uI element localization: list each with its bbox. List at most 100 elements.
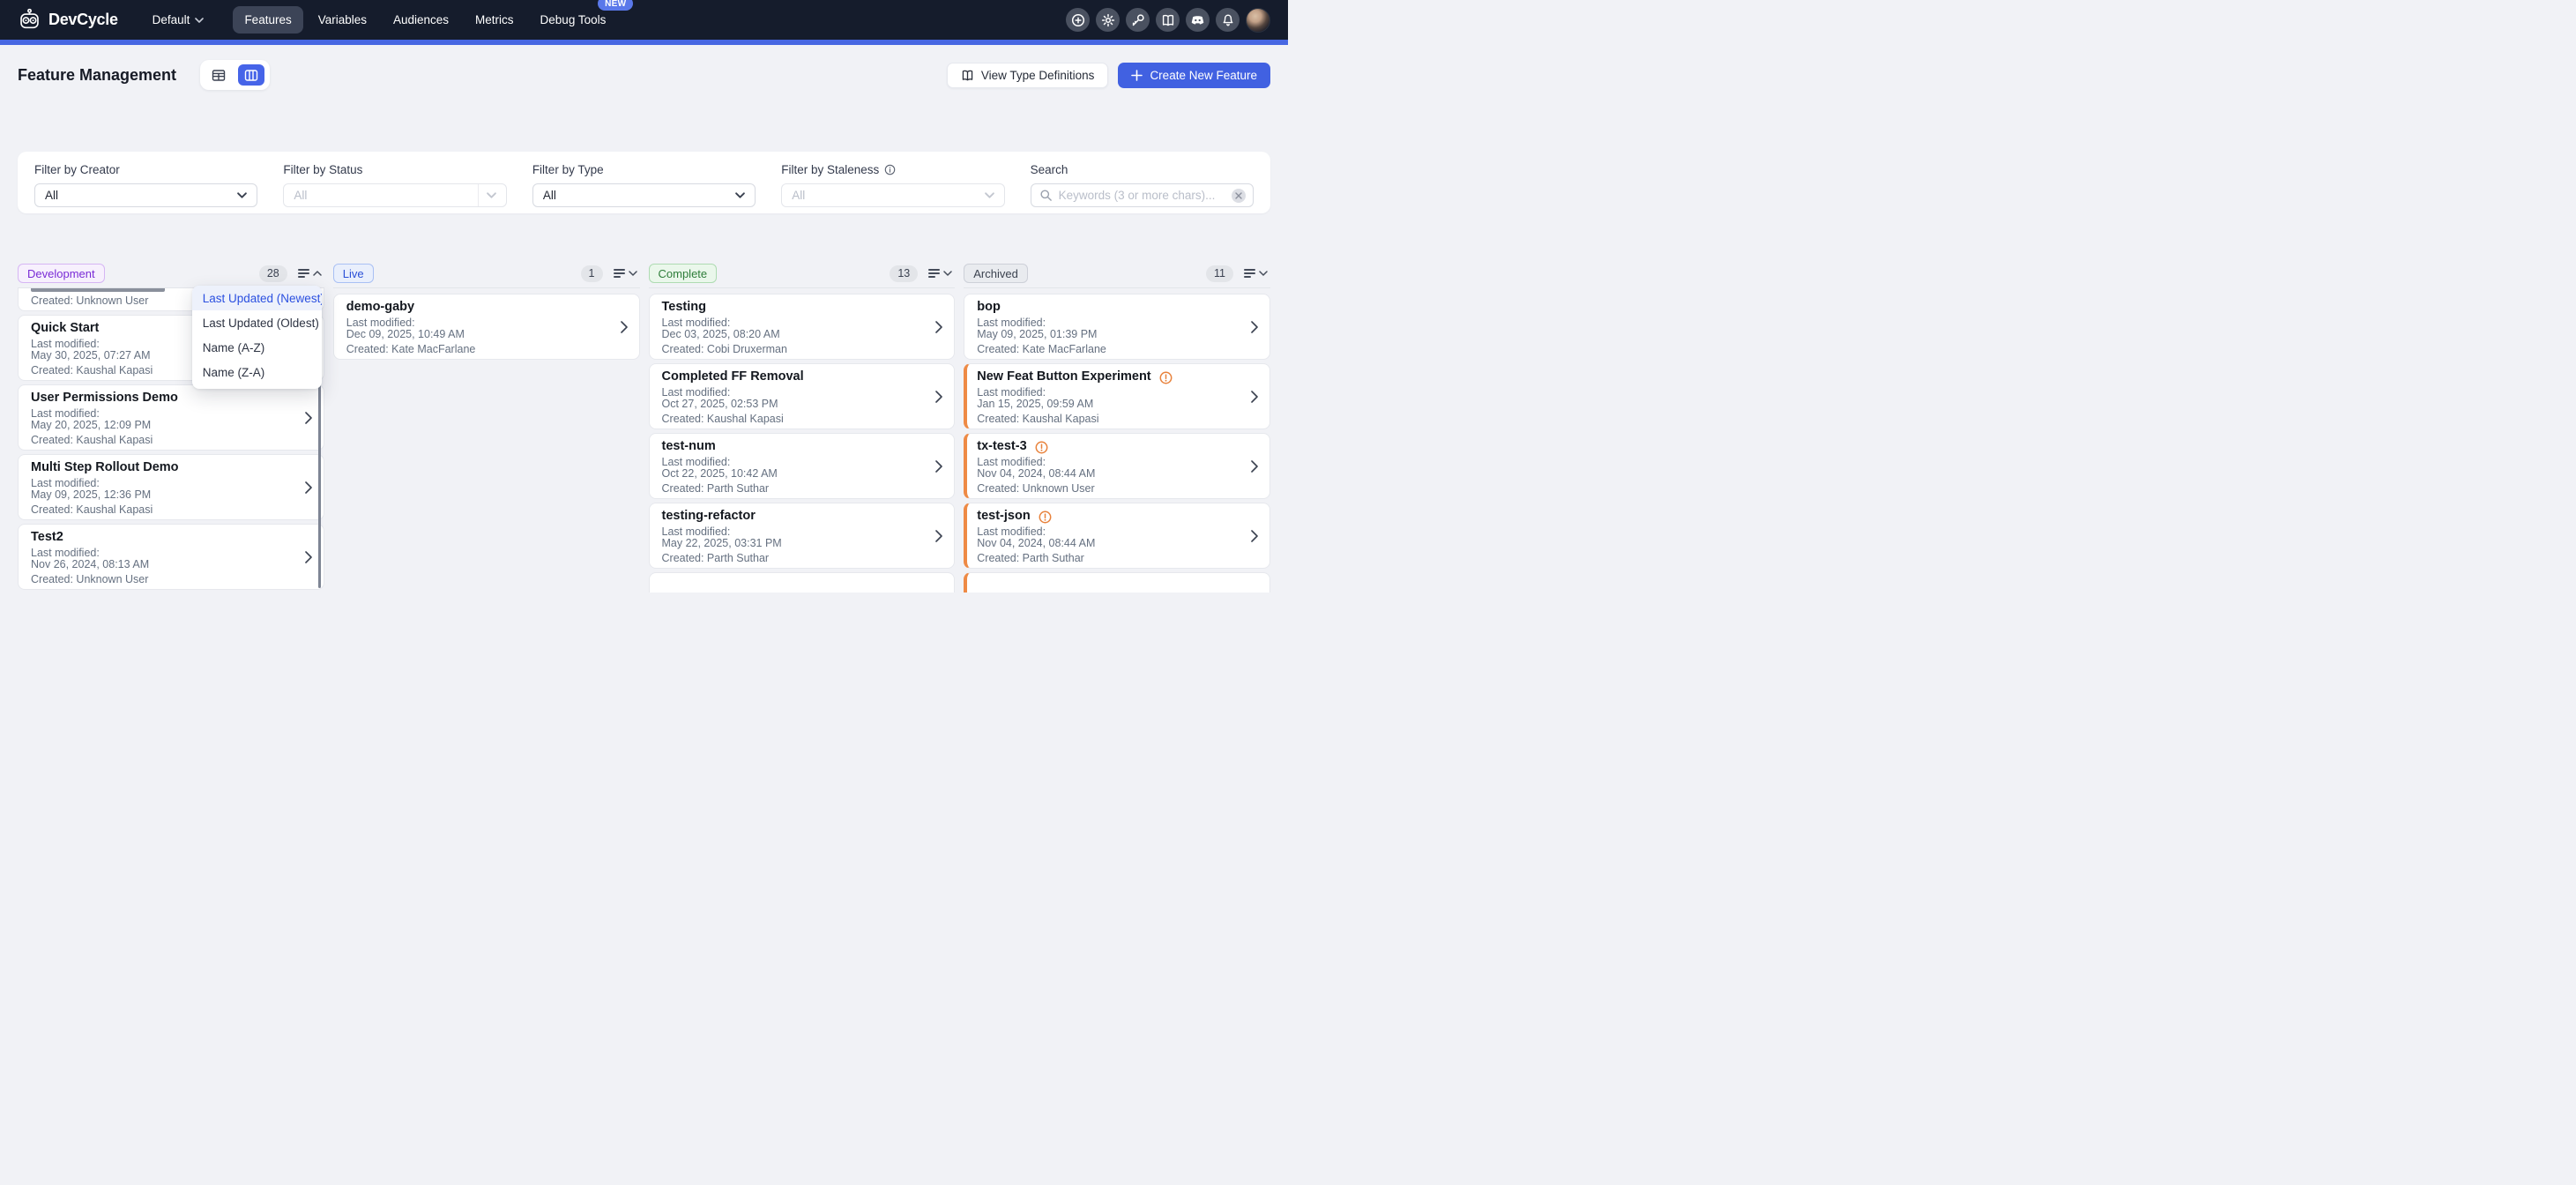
status-badge-development: Development [18, 264, 105, 283]
feature-card[interactable]: rachel-test [964, 572, 1270, 592]
chevron-down-icon [985, 192, 994, 198]
status-select-placeholder: All [294, 189, 477, 202]
chevron-down-icon [195, 18, 204, 23]
sort-menu-item-0[interactable]: Last Updated (Newest) [192, 286, 322, 310]
status-badge-complete: Complete [649, 264, 718, 283]
page-title: Feature Management [18, 66, 176, 85]
staleness-select[interactable]: All [781, 183, 1004, 207]
user-avatar[interactable] [1246, 8, 1270, 33]
last-modified-date: Jan 15, 2025, 09:59 AM [977, 399, 1244, 410]
feature-card-body: New Feat Button ExperimentLast modified:… [977, 369, 1244, 425]
status-badge-live: Live [333, 264, 374, 283]
sort-menu-item-1[interactable]: Last Updated (Oldest) [192, 310, 322, 335]
feature-card[interactable]: Test2Last modified:Nov 26, 2024, 08:13 A… [18, 524, 324, 590]
last-modified-label: Last modified: [977, 317, 1244, 329]
chevron-right-icon [305, 481, 312, 494]
nav-item-features[interactable]: Features [233, 6, 302, 34]
feature-card[interactable]: bopLast modified:May 09, 2025, 01:39 PMC… [964, 294, 1270, 360]
feature-title-row: demo-gaby [346, 299, 614, 317]
settings-button[interactable] [1096, 8, 1120, 32]
last-modified-date: Nov 04, 2024, 08:44 AM [977, 468, 1244, 480]
filter-status: Filter by Status All [283, 163, 506, 199]
chevron-down-icon [735, 192, 745, 198]
clear-search-icon[interactable] [1232, 189, 1246, 203]
sort-menu-item-3[interactable]: Name (Z-A) [192, 360, 322, 384]
last-modified-date: Dec 09, 2025, 10:49 AM [346, 329, 614, 340]
feature-card[interactable]: test-jsonLast modified:Nov 04, 2024, 08:… [964, 503, 1270, 569]
kanban-view-button[interactable] [238, 64, 264, 86]
column-cards-complete: TestingLast modified:Dec 03, 2025, 08:20… [649, 288, 956, 592]
sort-menu-item-label: Name (Z-A) [203, 366, 265, 379]
feature-card[interactable]: New Feat Button ExperimentLast modified:… [964, 363, 1270, 429]
view-type-definitions-button[interactable]: View Type Definitions [947, 63, 1109, 88]
feature-title: tx-test-3 [977, 438, 1026, 454]
feature-card[interactable]: test-numLast modified:Oct 22, 2025, 10:4… [649, 433, 956, 499]
sort-button-live[interactable] [611, 267, 640, 279]
chevron-right-icon [1251, 321, 1258, 333]
nav-item-label: Features [244, 13, 291, 26]
feature-card-body: Completed FF RemovalLast modified:Oct 27… [662, 369, 929, 425]
chevron-up-icon [313, 271, 322, 276]
plus-icon [1131, 70, 1143, 81]
plus-circle-icon [1071, 13, 1085, 27]
feature-card[interactable]: demo-paul [649, 572, 956, 592]
feature-card[interactable]: testing-refactorLast modified:May 22, 20… [649, 503, 956, 569]
feature-title-row: bop [977, 299, 1244, 317]
sort-menu-item-label: Last Updated (Oldest) [203, 317, 319, 330]
sort-button-complete[interactable] [926, 267, 955, 279]
last-modified-label: Last modified: [31, 548, 298, 559]
chevron-right-icon [305, 551, 312, 563]
column-header-archived: Archived11 [964, 265, 1270, 282]
stale-warning-icon [1039, 511, 1052, 524]
feature-card[interactable]: Completed FF RemovalLast modified:Oct 27… [649, 363, 956, 429]
nav-item-debug-tools[interactable]: Debug Tools NEW [529, 6, 618, 34]
search-input[interactable] [1059, 189, 1225, 202]
creator-select[interactable]: All [34, 183, 257, 207]
feature-card[interactable]: User Permissions DemoLast modified:May 2… [18, 384, 324, 451]
chevron-down-icon [943, 271, 952, 276]
chevron-down-icon [629, 271, 637, 276]
discord-button[interactable] [1186, 8, 1210, 32]
type-select[interactable]: All [532, 183, 756, 207]
feature-card[interactable]: TestingLast modified:Dec 03, 2025, 08:20… [649, 294, 956, 360]
feature-title-row: New Feat Button Experiment [977, 369, 1244, 387]
key-icon [1131, 13, 1145, 27]
last-modified-date: May 22, 2025, 03:31 PM [662, 538, 929, 549]
column-complete: Complete13TestingLast modified:Dec 03, 2… [649, 265, 956, 592]
chevron-right-icon [1251, 460, 1258, 473]
devcycle-logo[interactable]: DevCycle [18, 8, 118, 32]
feature-card[interactable]: tx-test-3Last modified:Nov 04, 2024, 08:… [964, 433, 1270, 499]
add-button[interactable] [1066, 8, 1090, 32]
table-view-button[interactable] [205, 64, 232, 86]
feature-title: Testing [662, 299, 706, 315]
project-selector[interactable]: Default [141, 6, 216, 34]
button-label: Create New Feature [1150, 69, 1257, 82]
docs-button[interactable] [1156, 8, 1180, 32]
last-modified-label: Last modified: [977, 526, 1244, 538]
page-header: Feature Management View Type Definitions… [0, 45, 1288, 90]
api-keys-button[interactable] [1126, 8, 1150, 32]
create-new-feature-button[interactable]: Create New Feature [1118, 63, 1270, 88]
feature-title-row: test-json [977, 508, 1244, 526]
nav-item-label: Variables [318, 13, 367, 26]
kanban-board: Development28Created: Unknown UserQuick … [18, 265, 1270, 592]
info-icon [884, 164, 896, 175]
status-select[interactable]: All [283, 183, 506, 207]
feature-title: test-json [977, 508, 1030, 524]
nav-item-audiences[interactable]: Audiences [382, 6, 460, 34]
sort-icon [614, 269, 625, 278]
column-header-live: Live1 [333, 265, 640, 282]
feature-card-body: test-numLast modified:Oct 22, 2025, 10:4… [662, 438, 929, 495]
feature-card[interactable]: demo-gabyLast modified:Dec 09, 2025, 10:… [333, 294, 640, 360]
feature-card[interactable]: Multi Step Rollout DemoLast modified:May… [18, 454, 324, 520]
last-modified-date: Oct 27, 2025, 02:53 PM [662, 399, 929, 410]
sort-button-development[interactable] [295, 267, 324, 279]
stale-warning-icon [1159, 371, 1173, 384]
nav-item-variables[interactable]: Variables [307, 6, 378, 34]
feature-card-body: TestingLast modified:Dec 03, 2025, 08:20… [662, 299, 929, 355]
notifications-button[interactable] [1216, 8, 1240, 32]
filter-type-label: Filter by Type [532, 163, 756, 176]
sort-menu-item-2[interactable]: Name (A-Z) [192, 335, 322, 360]
nav-item-metrics[interactable]: Metrics [464, 6, 525, 34]
sort-button-archived[interactable] [1241, 267, 1270, 279]
